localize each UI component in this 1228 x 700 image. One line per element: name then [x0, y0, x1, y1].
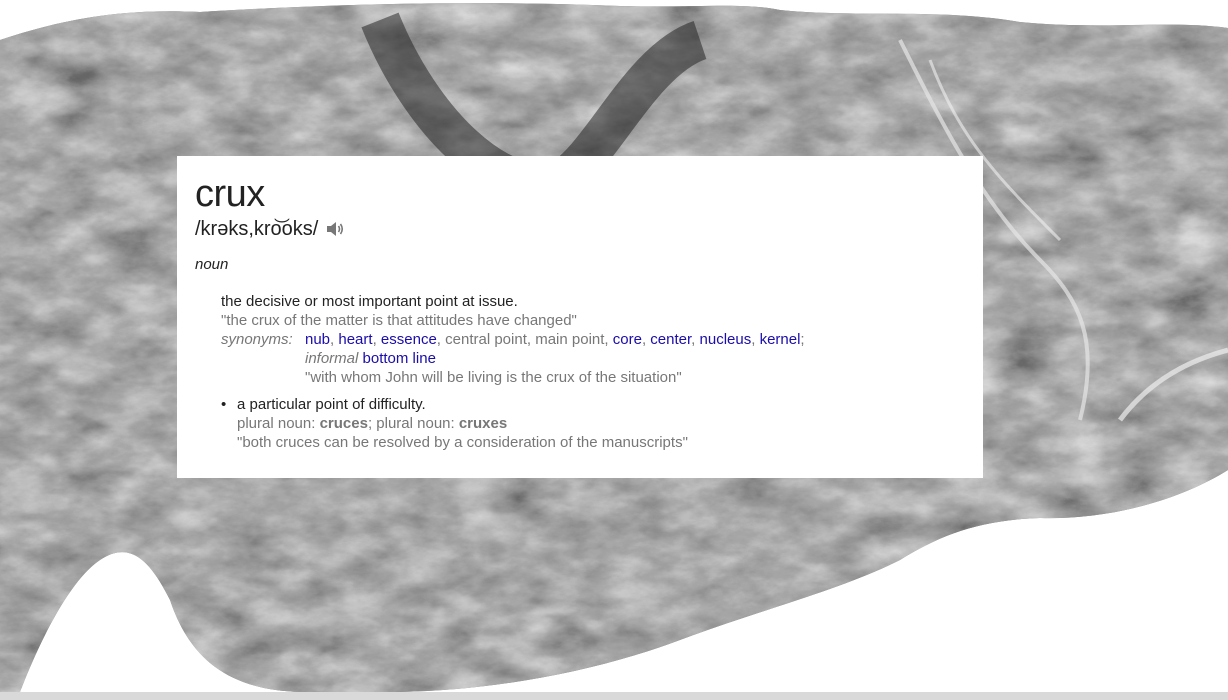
definition-card: crux /krəks,kro͝oks/ noun the decisive o…	[177, 156, 983, 478]
sense-example: "the crux of the matter is that attitude…	[221, 312, 577, 329]
plural-form-1: cruces	[319, 415, 368, 432]
synonyms-row: synonyms: nub, heart, essence, central p…	[221, 330, 965, 349]
synonym-separator: ,	[372, 331, 381, 348]
synonyms-label: synonyms:	[221, 331, 293, 348]
synonym-heart[interactable]: heart	[338, 331, 372, 348]
synonym-nub[interactable]: nub	[305, 331, 330, 348]
informal-label: informal	[305, 350, 359, 367]
sub-sense-example: "both cruces can be resolved by a consid…	[237, 434, 688, 451]
plural-form-2: cruxes	[458, 415, 508, 432]
synonym-nucleus[interactable]: nucleus	[700, 331, 752, 348]
sub-sense: • a particular point of difficulty. plur…	[221, 395, 965, 452]
synonym-example: "with whom John will be living is the cr…	[305, 369, 682, 386]
synonym-kernel[interactable]: kernel	[760, 331, 801, 348]
synonym-separator: ,	[436, 331, 446, 348]
synonym-essence[interactable]: essence	[381, 331, 437, 348]
synonym-main-point: main point	[535, 331, 605, 348]
pronunciation: /krəks,kro͝oks/	[195, 218, 319, 240]
synonym-separator: ,	[526, 331, 536, 348]
sub-sense-body: a particular point of difficulty. plural…	[237, 395, 688, 452]
plural-label-1: plural noun:	[237, 415, 320, 432]
synonyms-list: nub, heart, essence, central point, main…	[305, 330, 805, 349]
synonym-separator: ,	[604, 331, 613, 348]
informal-row: informal bottom line	[305, 349, 965, 368]
synonym-separator: ,	[751, 331, 760, 348]
sense-definition: the decisive or most important point at …	[221, 293, 518, 310]
sense-1: the decisive or most important point at …	[221, 292, 965, 387]
sub-sense-definition: a particular point of difficulty.	[237, 396, 426, 413]
synonym-central-point: central point	[445, 331, 527, 348]
synonym-center[interactable]: center	[650, 331, 691, 348]
synonym-core[interactable]: core	[613, 331, 642, 348]
plural-forms: plural noun: cruces; plural noun: cruxes	[237, 414, 688, 433]
plural-label-2: plural noun:	[376, 415, 459, 432]
entry-word: crux	[195, 173, 265, 215]
synonym-link-bottom-line[interactable]: bottom line	[363, 350, 436, 367]
synonym-separator: ;	[800, 331, 805, 348]
bullet: •	[221, 396, 227, 413]
speaker-icon[interactable]	[325, 219, 345, 239]
synonym-separator: ,	[691, 331, 700, 348]
pronunciation-row: /krəks,kro͝oks/	[195, 216, 965, 242]
bottom-border	[0, 692, 1228, 700]
part-of-speech: noun	[195, 256, 229, 273]
